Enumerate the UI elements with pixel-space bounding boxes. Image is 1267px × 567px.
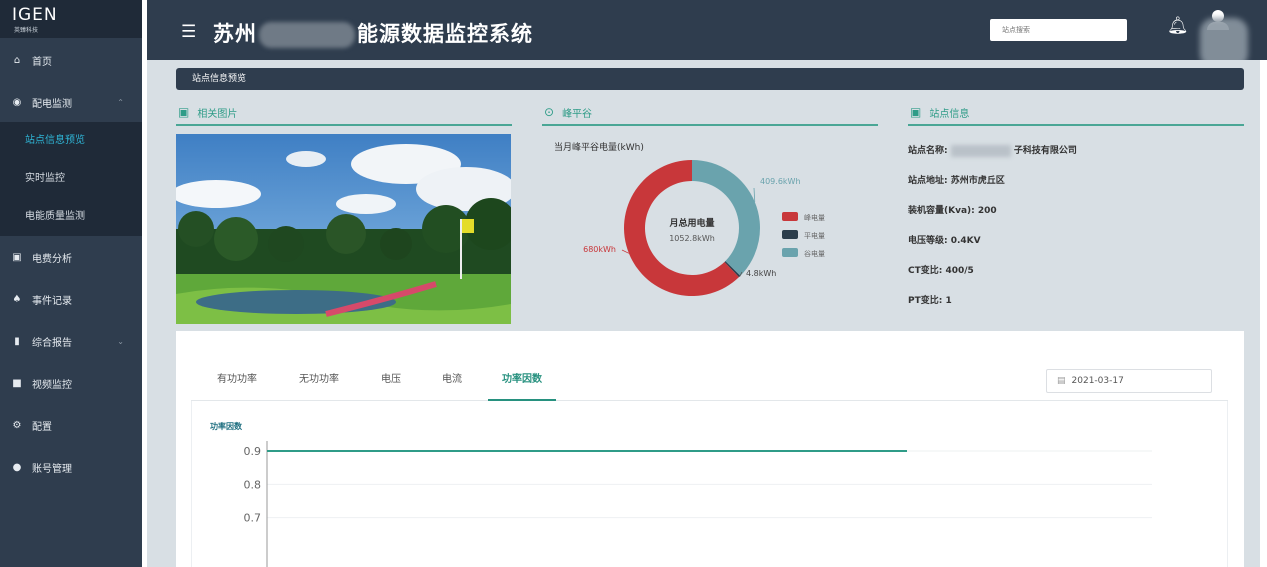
donut-center-value: 1052.8kWh	[669, 234, 715, 243]
donut-slice-2	[692, 160, 760, 276]
sidebar-item-events[interactable]: ♠ 事件记录	[0, 279, 142, 319]
menu-toggle-icon[interactable]: ☰	[181, 22, 196, 42]
sidebar-subitem-label: 站点信息预览	[25, 135, 85, 146]
site-name-value: 子科技有限公司	[1013, 146, 1077, 156]
donut-center-title: 月总用电量	[668, 217, 714, 229]
logo-subtext: 英臻科技	[14, 27, 39, 34]
y-tick-label-2: 0.7	[244, 512, 262, 525]
metrics-panel: 有功功率 无功功率 电压 电流 功率因数 ▤ 2021-03-17 功率因数 0.…	[176, 331, 1244, 567]
sidebar-item-label: 电费分析	[32, 253, 72, 265]
section-title: 相关图片	[197, 108, 238, 120]
top-bar: ☰ 苏州 能源数据监控系统 🔔︎	[147, 0, 1267, 68]
section-title: 峰平谷	[562, 108, 593, 120]
tab-reactive-power[interactable]: 无功功率	[299, 361, 339, 401]
site-capacity: 装机容量(Kva): 200	[908, 206, 997, 216]
calendar-icon: ▤	[1057, 376, 1066, 386]
logo: IGEN 英臻科技	[0, 0, 142, 38]
sidebar-item-label: 视频监控	[32, 379, 72, 391]
sidebar-item-label: 配电监测	[32, 98, 72, 110]
date-value: 2021-03-17	[1071, 376, 1124, 386]
section-title: 站点信息	[929, 108, 970, 120]
bell-icon: ♠	[12, 293, 22, 305]
location-pin-icon: ⊙	[544, 105, 555, 119]
section-photos: ▣ 相关图片	[176, 100, 512, 126]
sidebar-item-label: 综合报告	[32, 337, 72, 349]
user-icon: ●	[12, 461, 22, 473]
site-address: 站点地址: 苏州市虎丘区	[908, 176, 1005, 186]
tab-power-factor[interactable]: 功率因数	[488, 361, 556, 401]
power-factor-chart: 功率因数 0.9 0.8 0.7	[191, 401, 1228, 567]
section-site-info: ▣ 站点信息	[908, 100, 1244, 126]
site-name-label: 站点名称:	[908, 146, 948, 156]
chevron-down-icon: ⌄	[117, 336, 124, 346]
site-name: 站点名称: 子科技有限公司	[908, 143, 1077, 157]
sidebar-subitem-realtime[interactable]: 实时监控	[0, 160, 142, 198]
sidebar-subitem-site-overview[interactable]: 站点信息预览	[0, 122, 142, 160]
title-left: 苏州	[213, 22, 257, 46]
legend-label-0: 峰电量	[804, 213, 825, 222]
gear-icon: ⚙	[12, 419, 22, 431]
camera-icon: ■	[12, 377, 22, 389]
sidebar-item-account[interactable]: ● 账号管理	[0, 447, 142, 487]
avatar[interactable]	[1199, 8, 1261, 68]
chevron-up-icon: ⌃	[117, 97, 124, 107]
overview-bar: 站点信息预览	[176, 68, 1244, 90]
site-voltage: 电压等级: 0.4KV	[908, 236, 981, 246]
title-right: 能源数据监控系统	[357, 22, 533, 46]
tab-current[interactable]: 电流	[442, 361, 462, 401]
power-factor-svg: 0.9 0.8 0.7	[244, 441, 1152, 567]
peak-valley-donut-chart: 当月峰平谷电量(kWh) 月总用电量 1052.8kWh 409.6kWh 4.8kW…	[542, 132, 882, 332]
site-search-input[interactable]	[990, 19, 1127, 41]
info-card-icon: ▣	[910, 105, 922, 119]
bill-icon: ▣	[12, 251, 22, 263]
section-peak-valley: ⊙ 峰平谷	[542, 100, 878, 126]
sidebar-item-video[interactable]: ■ 视频监控	[0, 363, 142, 403]
legend-swatch-2	[782, 248, 798, 257]
site-ct-ratio: CT变比: 400/5	[908, 266, 974, 276]
y-tick-label-0: 0.9	[244, 445, 262, 458]
main-content: 站点信息预览 ▣ 相关图片 ⊙ 峰平谷 ▣ 站点信息 当月峰平谷电量(kWh) …	[147, 60, 1260, 567]
sidebar-item-bill-analysis[interactable]: ▣ 电费分析	[0, 237, 142, 277]
sidebar-item-config[interactable]: ⚙ 配置	[0, 405, 142, 445]
logo-text: IGEN	[12, 5, 58, 25]
page-title: 苏州 能源数据监控系统	[213, 18, 533, 48]
eye-icon: ◉	[12, 96, 22, 108]
redacted-blur	[259, 22, 355, 48]
donut-label-line-2	[753, 187, 756, 202]
sidebar-item-label: 账号管理	[32, 463, 72, 475]
site-pt-ratio: PT变比: 1	[908, 296, 952, 306]
tab-active-power[interactable]: 有功功率	[217, 361, 257, 401]
bar-chart-icon: ▮	[14, 335, 20, 347]
sidebar-subitem-power-quality[interactable]: 电能质量监测	[0, 198, 142, 236]
sidebar-item-reports[interactable]: ▮ 综合报告 ⌄	[0, 321, 142, 361]
image-icon: ▣	[178, 105, 190, 119]
legend-label-2: 谷电量	[804, 249, 825, 258]
legend-label-1: 平电量	[804, 231, 825, 240]
donut-data-label-2: 409.6kWh	[760, 177, 801, 186]
date-picker[interactable]: ▤ 2021-03-17	[1046, 369, 1212, 393]
sidebar-item-distribution-monitoring[interactable]: ◉ 配电监测 ⌃	[0, 82, 142, 122]
donut-svg: 月总用电量 1052.8kWh 409.6kWh 4.8kWh 680kWh 峰电量平电量…	[583, 160, 825, 296]
donut-data-label-1: 4.8kWh	[746, 269, 776, 278]
sidebar-subitem-label: 电能质量监测	[25, 211, 85, 222]
sidebar-subitem-label: 实时监控	[25, 173, 65, 184]
notification-bell-icon[interactable]: 🔔︎	[1167, 16, 1189, 36]
redacted-blur	[950, 144, 1011, 157]
sidebar-item-home[interactable]: ⌂ 首页	[0, 40, 142, 80]
legend-swatch-0	[782, 212, 798, 221]
sidebar-item-label: 事件记录	[32, 295, 72, 307]
tab-voltage[interactable]: 电压	[381, 361, 401, 401]
site-photo	[176, 134, 511, 324]
sidebar-item-label: 配置	[32, 421, 52, 433]
donut-data-label-0: 680kWh	[583, 245, 616, 254]
legend-swatch-1	[782, 230, 798, 239]
sidebar: IGEN 英臻科技 ⌂ 首页 ◉ 配电监测 ⌃ 站点信息预览 实时监控 电能质量…	[0, 0, 142, 567]
sidebar-item-label: 首页	[32, 56, 52, 68]
y-tick-label-1: 0.8	[244, 478, 262, 491]
donut-title: 当月峰平谷电量(kWh)	[554, 143, 644, 153]
home-icon: ⌂	[13, 54, 21, 66]
